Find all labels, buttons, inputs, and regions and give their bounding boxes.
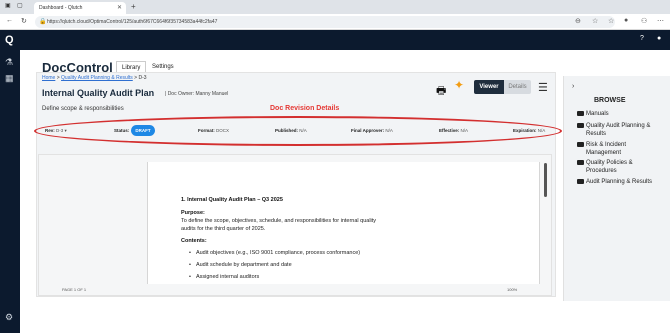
document-owner: | Doc Owner: Manny Manuel bbox=[165, 91, 229, 97]
browser-toolbar: ← ↻ 🔒 https://qlutch.cloud/OptimaControl… bbox=[0, 14, 670, 30]
browse-title: BROWSE bbox=[594, 97, 626, 104]
favorite-icon[interactable]: ☆ bbox=[592, 17, 598, 25]
close-tab-icon[interactable]: ✕ bbox=[117, 4, 122, 11]
flask-icon[interactable]: ⚗ bbox=[5, 57, 13, 68]
browser-tab-strip: ▣ ▢ Dashboard - Qlutch ✕ + bbox=[0, 0, 670, 14]
hamburger-menu-icon[interactable]: ☰ bbox=[538, 81, 548, 94]
breadcrumb-section[interactable]: Quality Audit Planning & Results bbox=[61, 75, 133, 81]
url-text: https://qlutch.cloud/OptimaControl/125/a… bbox=[47, 19, 218, 25]
breadcrumb-separator: > bbox=[56, 75, 60, 81]
app-header bbox=[0, 30, 670, 50]
breadcrumb-separator: > bbox=[134, 75, 138, 81]
print-icon[interactable]: 🖶 bbox=[436, 82, 446, 101]
reports-icon[interactable]: ▦ bbox=[5, 73, 14, 84]
folder-label: Quality Audit Planning & Results bbox=[586, 123, 651, 137]
settings-gear-icon[interactable]: ⚙ bbox=[5, 312, 13, 323]
doc-contents-label: Contents: bbox=[181, 238, 207, 244]
doc-purpose-text: To define the scope, objectives, schedul… bbox=[181, 218, 377, 232]
viewer-scrollbar[interactable] bbox=[544, 163, 547, 197]
folder-item[interactable]: Quality Audit Planning & Results bbox=[577, 122, 665, 138]
folder-item[interactable]: Quality Policies & Procedures bbox=[577, 159, 665, 175]
address-bar[interactable]: 🔒 https://qlutch.cloud/OptimaControl/125… bbox=[35, 16, 615, 28]
zoom-level: 100% bbox=[507, 287, 518, 292]
folder-icon bbox=[577, 159, 584, 165]
folder-label: Manuals bbox=[586, 111, 609, 117]
folder-label: Risk & Incident Management bbox=[586, 142, 627, 156]
new-tab-icon[interactable]: + bbox=[131, 2, 136, 11]
tab-title: Dashboard - Qlutch bbox=[39, 5, 83, 11]
folder-label: Quality Policies & Procedures bbox=[586, 160, 633, 174]
collapse-panel-icon[interactable]: › bbox=[572, 83, 574, 90]
back-icon[interactable]: ← bbox=[6, 17, 13, 24]
user-icon[interactable]: ● bbox=[657, 35, 661, 42]
highlight-ellipse bbox=[34, 116, 562, 146]
revision-details-label: Doc Revision Details bbox=[270, 105, 340, 112]
folder-item[interactable]: Manuals bbox=[577, 110, 665, 118]
folder-label: Audit Planning & Results bbox=[586, 179, 653, 185]
doc-purpose-label: Purpose: bbox=[181, 210, 205, 216]
breadcrumb-home[interactable]: Home bbox=[42, 75, 55, 81]
document-title: Internal Quality Audit Plan bbox=[42, 88, 155, 98]
document-description: Define scope & responsibilities bbox=[42, 106, 124, 112]
doc-bullet: Audit schedule by department and date bbox=[189, 262, 292, 268]
folder-icon bbox=[577, 141, 584, 147]
tab-actions-icon[interactable]: ▢ bbox=[17, 2, 23, 9]
left-rail bbox=[0, 50, 20, 333]
folder-icon bbox=[577, 178, 584, 184]
zoom-icon[interactable]: ⊖ bbox=[575, 17, 581, 25]
details-toggle-button[interactable]: Details bbox=[504, 80, 531, 94]
help-icon[interactable]: ? bbox=[640, 35, 644, 42]
folder-item[interactable]: Audit Planning & Results bbox=[577, 178, 665, 186]
doc-bullet: Audit objectives (e.g., ISO 9001 complia… bbox=[189, 250, 360, 256]
breadcrumb-current: D-3 bbox=[138, 75, 147, 81]
viewer-toggle-button[interactable]: Viewer bbox=[474, 80, 504, 94]
doc-heading: 1. Internal Quality Audit Plan – Q3 2025 bbox=[181, 197, 283, 203]
browser-tab[interactable]: Dashboard - Qlutch ✕ bbox=[34, 2, 126, 14]
profile-icon[interactable]: ● bbox=[624, 17, 628, 24]
app-logo[interactable]: Q bbox=[5, 34, 14, 46]
folder-icon bbox=[577, 110, 584, 116]
extensions-icon[interactable]: ⚇ bbox=[641, 17, 647, 25]
breadcrumb: Home > Quality Audit Planning & Results … bbox=[42, 75, 147, 81]
refresh-icon[interactable]: ↻ bbox=[21, 17, 27, 25]
window-menu-icon[interactable]: ▣ bbox=[5, 2, 11, 9]
lock-icon: 🔒 bbox=[39, 19, 47, 25]
folder-item[interactable]: Risk & Incident Management bbox=[577, 141, 665, 157]
favorites-bar-icon[interactable]: ☆ bbox=[608, 17, 614, 25]
page-indicator: PAGE 1 OF 1 bbox=[62, 287, 87, 292]
doc-bullet: Assigned internal auditors bbox=[189, 274, 259, 280]
folder-icon bbox=[577, 122, 584, 128]
more-options-icon[interactable]: ⋯ bbox=[657, 17, 664, 25]
ai-sparkle-icon[interactable]: ✦ bbox=[454, 78, 464, 92]
